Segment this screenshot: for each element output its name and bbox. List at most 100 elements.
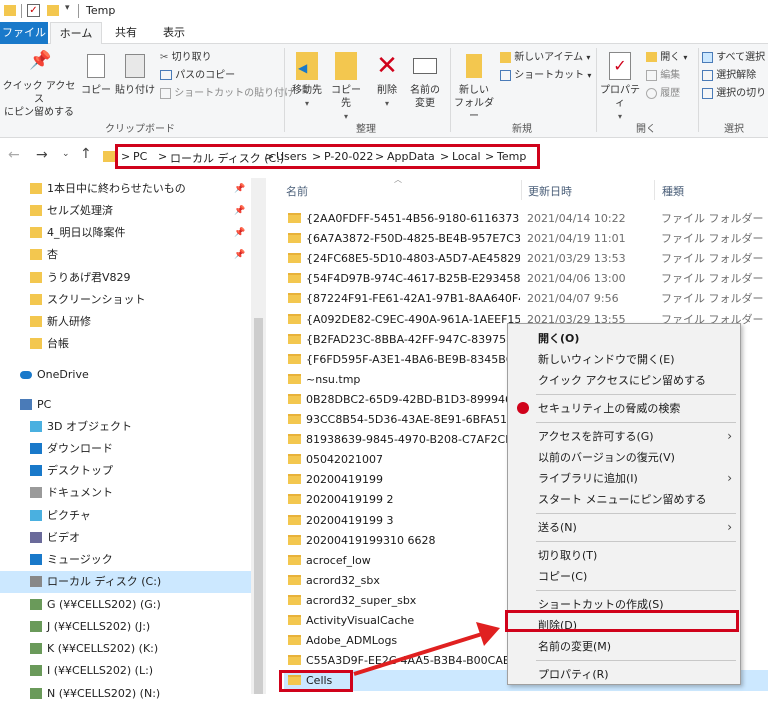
properties-button[interactable]: ✓ プロパティ ▾: [598, 52, 642, 123]
column-header-type[interactable]: 種類: [662, 183, 684, 199]
breadcrumb-local[interactable]: Local: [452, 150, 481, 163]
back-arrow-icon[interactable]: ←: [8, 147, 20, 163]
file-row[interactable]: {6A7A3872-F50D-4825-BE4B-957E7C3C0... 202…: [284, 228, 768, 249]
pin-icon[interactable]: 📌: [234, 200, 245, 222]
rename-button[interactable]: 名前の 変更: [406, 52, 444, 110]
copy-button[interactable]: コピー: [80, 52, 112, 97]
menu-item[interactable]: プロパティ(R): [508, 664, 740, 685]
nav-scrollbar-thumb[interactable]: [254, 318, 263, 694]
copy-path-button[interactable]: パスのコピー: [160, 68, 235, 84]
nav-item[interactable]: PC: [0, 394, 251, 416]
nav-item[interactable]: 新人研修: [0, 311, 251, 333]
menu-item[interactable]: ライブラリに追加(I) ›: [508, 468, 740, 489]
pin-icon[interactable]: 📌: [234, 178, 245, 200]
nav-item[interactable]: 台帳: [0, 333, 251, 355]
pin-quick-access-button[interactable]: 📌 クイック アクセス にピン留めする: [2, 52, 76, 119]
nav-item[interactable]: 4_明日以降案件 📌: [0, 222, 251, 244]
address-bar[interactable]: > PC > ローカル ディスク (C:) > Users > P-20-022…: [115, 144, 540, 169]
menu-item[interactable]: 送る(N) ›: [508, 517, 740, 538]
cut-button[interactable]: ✂ 切り取り: [160, 50, 212, 66]
copy-to-button[interactable]: コピー先 ▾: [327, 52, 365, 123]
nav-item[interactable]: J (¥¥CELLS202) (J:): [0, 616, 251, 638]
menu-item[interactable]: スタート メニューにピン留めする: [508, 489, 740, 510]
breadcrumb-temp[interactable]: Temp: [497, 150, 526, 163]
menu-item[interactable]: クイック アクセスにピン留めする: [508, 370, 740, 391]
nav-item[interactable]: K (¥¥CELLS202) (K:): [0, 638, 251, 660]
nav-item[interactable]: ミュージック: [0, 549, 251, 571]
nav-item[interactable]: 3D オブジェクト: [0, 416, 251, 438]
new-item-button[interactable]: 新しいアイテム ▾: [500, 50, 590, 66]
invert-selection-button[interactable]: 選択の切り: [702, 86, 766, 102]
menu-item[interactable]: セキュリティ上の脅威の検索: [508, 398, 740, 419]
nav-item[interactable]: N (¥¥CELLS202) (N:): [0, 683, 251, 705]
breadcrumb-separator: >: [121, 150, 131, 163]
nav-item[interactable]: ビデオ: [0, 527, 251, 549]
menu-item[interactable]: アクセスを許可する(G) ›: [508, 426, 740, 447]
tab-share[interactable]: 共有: [104, 22, 148, 44]
new-folder-button[interactable]: 新しい フォルダー: [452, 52, 496, 123]
tab-view[interactable]: 表示: [150, 22, 198, 44]
folder-icon[interactable]: [47, 5, 59, 16]
file-row[interactable]: {24FC68E5-5D10-4803-A5D7-AE45829F3... 202…: [284, 248, 768, 269]
delete-button[interactable]: ✕ 削除 ▾: [370, 52, 404, 110]
open-button[interactable]: 開く ▾: [646, 50, 687, 66]
forward-arrow-icon[interactable]: →: [36, 147, 48, 163]
menu-item-label: 名前の変更(M): [538, 640, 612, 653]
pin-icon[interactable]: 📌: [234, 244, 245, 266]
paste-button[interactable]: 貼り付け: [114, 52, 156, 97]
breadcrumb-user[interactable]: P-20-022: [324, 150, 373, 163]
menu-item[interactable]: 切り取り(T): [508, 545, 740, 566]
group-label-new: 新規: [512, 124, 532, 135]
nav-item[interactable]: I (¥¥CELLS202) (L:): [0, 660, 251, 682]
menu-item[interactable]: 開く(O): [508, 328, 740, 349]
nav-item[interactable]: ダウンロード: [0, 438, 251, 460]
dropdown-icon[interactable]: ▾: [65, 3, 70, 13]
delete-icon: ✕: [376, 51, 398, 81]
nav-item[interactable]: 杏 📌: [0, 244, 251, 266]
file-name: 05042021007: [306, 453, 383, 467]
folder-icon: [30, 294, 42, 305]
paste-shortcut-button[interactable]: ショートカットの貼り付け: [160, 86, 294, 102]
nav-item[interactable]: OneDrive: [0, 364, 251, 386]
menu-item-label: セキュリティ上の脅威の検索: [538, 402, 681, 415]
nav-item-label: 杏: [47, 248, 58, 261]
nav-item[interactable]: ローカル ディスク (C:): [0, 571, 251, 593]
file-row[interactable]: {54F4D97B-974C-4617-B25B-E29345832... 202…: [284, 268, 768, 289]
file-row[interactable]: {87224F91-FE61-42A1-97B1-8AA640F4B... 202…: [284, 288, 768, 309]
column-header-name[interactable]: 名前: [286, 183, 308, 199]
recent-locations-icon[interactable]: ⌄: [62, 149, 70, 159]
nav-item[interactable]: 1本日中に終わらせたいもの 📌: [0, 178, 251, 200]
up-arrow-icon[interactable]: ↑: [80, 146, 92, 162]
edit-button[interactable]: 編集: [646, 68, 680, 84]
history-button[interactable]: 履歴: [646, 86, 680, 102]
menu-item-label: アクセスを許可する(G): [538, 430, 654, 443]
nav-item[interactable]: ドキュメント: [0, 482, 251, 504]
menu-item[interactable]: 以前のバージョンの復元(V): [508, 447, 740, 468]
tab-file[interactable]: ファイル: [0, 22, 48, 44]
easy-access-button[interactable]: ショートカット ▾: [500, 68, 591, 84]
checkbox-icon[interactable]: ✓: [27, 4, 40, 17]
nav-item[interactable]: セルズ処理済 📌: [0, 200, 251, 222]
file-name: 81938639-9845-4970-B208-C7AF2CEE76: [306, 433, 520, 447]
tab-home[interactable]: ホーム: [50, 22, 102, 45]
move-to-button[interactable]: ◀ 移動先 ▾: [288, 52, 326, 110]
breadcrumb-pc[interactable]: PC: [133, 150, 147, 163]
file-row[interactable]: {2AA0FDFF-5451-4B56-9180-6116373548... 20…: [284, 208, 768, 229]
menu-item[interactable]: コピー(C): [508, 566, 740, 587]
file-name: {54F4D97B-974C-4617-B25B-E29345832...: [306, 272, 520, 286]
menu-item-label: スタート メニューにピン留めする: [538, 493, 707, 506]
breadcrumb-users[interactable]: Users: [276, 150, 307, 163]
nav-item[interactable]: ピクチャ: [0, 505, 251, 527]
select-all-button[interactable]: すべて選択: [702, 50, 765, 66]
nav-item[interactable]: うりあげ君V829: [0, 267, 251, 289]
menu-item[interactable]: 名前の変更(M): [508, 636, 740, 657]
nav-item[interactable]: デスクトップ: [0, 460, 251, 482]
select-none-button[interactable]: 選択解除: [702, 68, 756, 84]
column-header-date[interactable]: 更新日時: [528, 183, 572, 199]
security-icon: [517, 402, 529, 414]
nav-item[interactable]: G (¥¥CELLS202) (G:): [0, 594, 251, 616]
pin-icon[interactable]: 📌: [234, 222, 245, 244]
nav-item[interactable]: スクリーンショット: [0, 289, 251, 311]
menu-item[interactable]: 新しいウィンドウで開く(E): [508, 349, 740, 370]
breadcrumb-appdata[interactable]: AppData: [387, 150, 435, 163]
